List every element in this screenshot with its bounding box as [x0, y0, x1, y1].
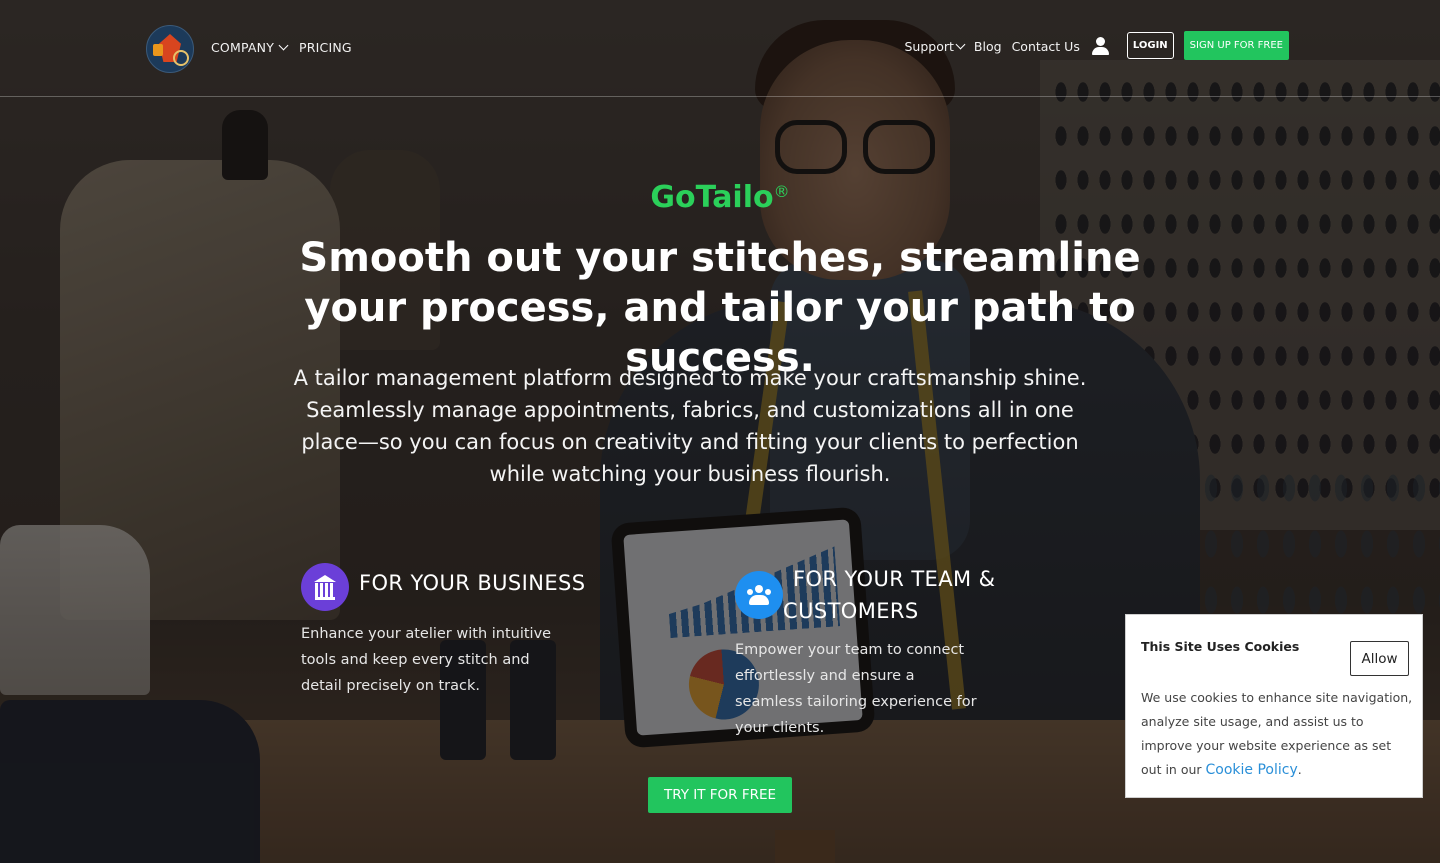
site-header: COMPANY PRICING Support Blog Contact Us … [0, 0, 1440, 97]
brand-name: GoTailo® [0, 180, 1440, 215]
chevron-down-icon [278, 40, 289, 51]
registered-mark: ® [773, 182, 790, 201]
nav-pricing[interactable]: PRICING [299, 40, 352, 55]
login-button[interactable]: LOGIN [1126, 32, 1174, 59]
nav-contact-us[interactable]: Contact Us [1012, 37, 1080, 54]
cookie-suffix: . [1297, 762, 1302, 777]
feature-team-text: Empower your team to connect effortlessl… [735, 642, 977, 736]
cookie-policy-link[interactable]: Cookie Policy [1206, 762, 1298, 778]
primary-nav: COMPANY PRICING [211, 40, 352, 55]
nav-company-label: COMPANY [211, 40, 275, 55]
try-free-button[interactable]: TRY IT FOR FREE [648, 777, 792, 813]
nav-support[interactable]: Support [904, 37, 966, 54]
bank-icon [301, 563, 349, 611]
cookie-text: We use cookies to enhance site navigatio… [1141, 686, 1413, 782]
nav-blog[interactable]: Blog [974, 37, 1002, 54]
signup-button[interactable]: SIGN UP FOR FREE [1183, 31, 1289, 60]
feature-team-title: FOR YOUR TEAM & CUSTOMERS [783, 567, 996, 623]
feature-business-title: FOR YOUR BUSINESS [359, 571, 586, 595]
cookie-title: This Site Uses Cookies [1141, 639, 1300, 654]
team-icon [735, 571, 783, 619]
nav-support-label: Support [904, 39, 954, 54]
cookie-banner: This Site Uses Cookies Allow We use cook… [1125, 614, 1423, 798]
hero-lead: A tailor management platform designed to… [293, 366, 1087, 486]
chevron-down-icon [955, 39, 966, 50]
nav-contact-us-label: Contact Us [1011, 39, 1080, 54]
user-icon[interactable] [1091, 36, 1109, 55]
tailor-logo-icon[interactable] [146, 25, 194, 73]
brand-text: GoTailo [650, 180, 774, 215]
secondary-nav: Support Blog Contact Us LOGIN SIGN UP FO… [904, 31, 1289, 60]
nav-pricing-label: PRICING [299, 40, 352, 55]
nav-company[interactable]: COMPANY [211, 40, 289, 55]
cookie-allow-button[interactable]: Allow [1350, 641, 1409, 676]
nav-blog-label: Blog [973, 39, 1002, 54]
feature-business-text: Enhance your atelier with intuitive tool… [301, 626, 552, 694]
hero-headline: Smooth out your stitches, streamline you… [299, 235, 1141, 381]
